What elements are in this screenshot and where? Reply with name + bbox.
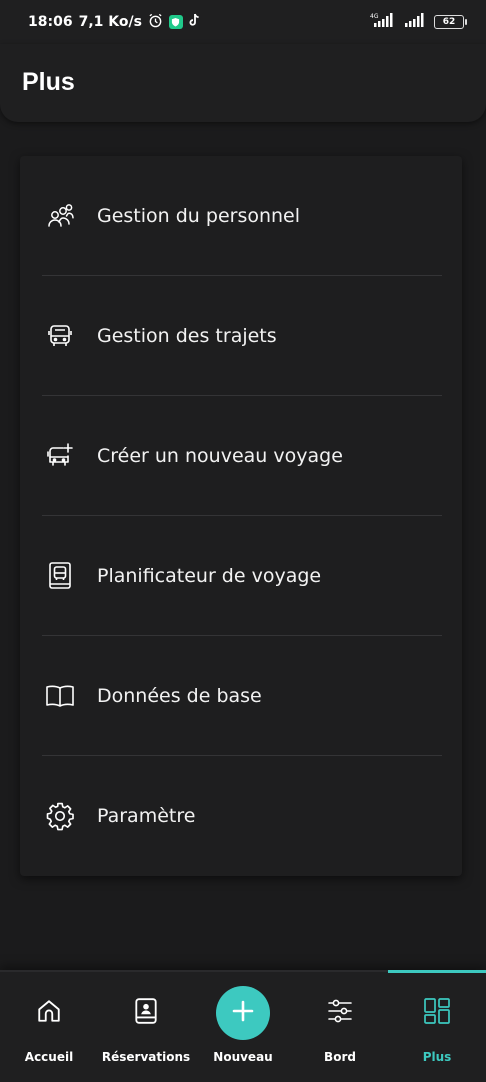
menu-card: Gestion du personnel Gestion des trajets… xyxy=(20,156,462,876)
nav-label: Plus xyxy=(422,1050,452,1064)
new-fab-button[interactable] xyxy=(216,986,270,1040)
open-book-icon xyxy=(44,680,76,712)
battery-indicator: 62 xyxy=(434,15,467,29)
tiktok-icon xyxy=(189,13,201,31)
menu-item-label: Paramètre xyxy=(97,805,196,827)
signal-4g-icon: 4G xyxy=(370,12,396,32)
menu-item-donnees-base[interactable]: Données de base xyxy=(20,636,462,756)
menu-item-label: Planificateur de voyage xyxy=(97,565,322,587)
menu-item-parametre[interactable]: Paramètre xyxy=(20,756,462,876)
status-bar: 18:06 7,1 Ko/s 4G 62 xyxy=(0,0,486,44)
nav-item-accueil[interactable]: Accueil xyxy=(0,972,98,1082)
network-label: 4G xyxy=(370,13,379,20)
nav-item-reservations[interactable]: Réservations xyxy=(97,972,195,1082)
menu-item-label: Données de base xyxy=(97,685,262,707)
nav-item-bord[interactable]: Bord xyxy=(291,972,389,1082)
people-group-icon xyxy=(44,200,76,232)
app-header: Plus xyxy=(0,44,486,122)
menu-item-label: Créer un nouveau voyage xyxy=(97,445,343,467)
gear-icon xyxy=(44,800,76,832)
menu-item-gestion-trajets[interactable]: Gestion des trajets xyxy=(20,276,462,396)
menu-item-label: Gestion du personnel xyxy=(97,205,301,227)
booking-icon xyxy=(131,996,161,1026)
shield-icon xyxy=(168,15,183,29)
bus-add-icon xyxy=(44,440,76,472)
bottom-nav: Accueil Réservations Nouveau Bord Plus xyxy=(0,970,486,1082)
nav-label: Réservations xyxy=(101,1050,191,1064)
nav-item-plus[interactable]: Plus xyxy=(388,972,486,1082)
menu-item-planificateur[interactable]: Planificateur de voyage xyxy=(20,516,462,636)
status-speed: 7,1 Ko/s xyxy=(78,14,142,30)
grid-icon xyxy=(422,996,452,1026)
plus-icon xyxy=(231,999,255,1027)
menu-item-gestion-personnel[interactable]: Gestion du personnel xyxy=(20,156,462,276)
menu-item-label: Gestion des trajets xyxy=(97,325,277,347)
nav-label: Nouveau xyxy=(213,1050,273,1064)
status-time: 18:06 xyxy=(28,14,73,30)
alarm-icon xyxy=(148,13,163,32)
sliders-icon xyxy=(325,996,355,1026)
nav-active-indicator xyxy=(388,970,486,973)
signal-icon xyxy=(404,12,426,32)
home-icon xyxy=(34,996,64,1026)
nav-label: Bord xyxy=(324,1050,356,1064)
bus-book-icon xyxy=(44,560,76,592)
page-title: Plus xyxy=(22,68,75,96)
battery-level: 62 xyxy=(442,17,456,27)
menu-item-creer-voyage[interactable]: Créer un nouveau voyage xyxy=(20,396,462,516)
bus-icon xyxy=(44,320,76,352)
nav-label: Accueil xyxy=(24,1050,74,1064)
